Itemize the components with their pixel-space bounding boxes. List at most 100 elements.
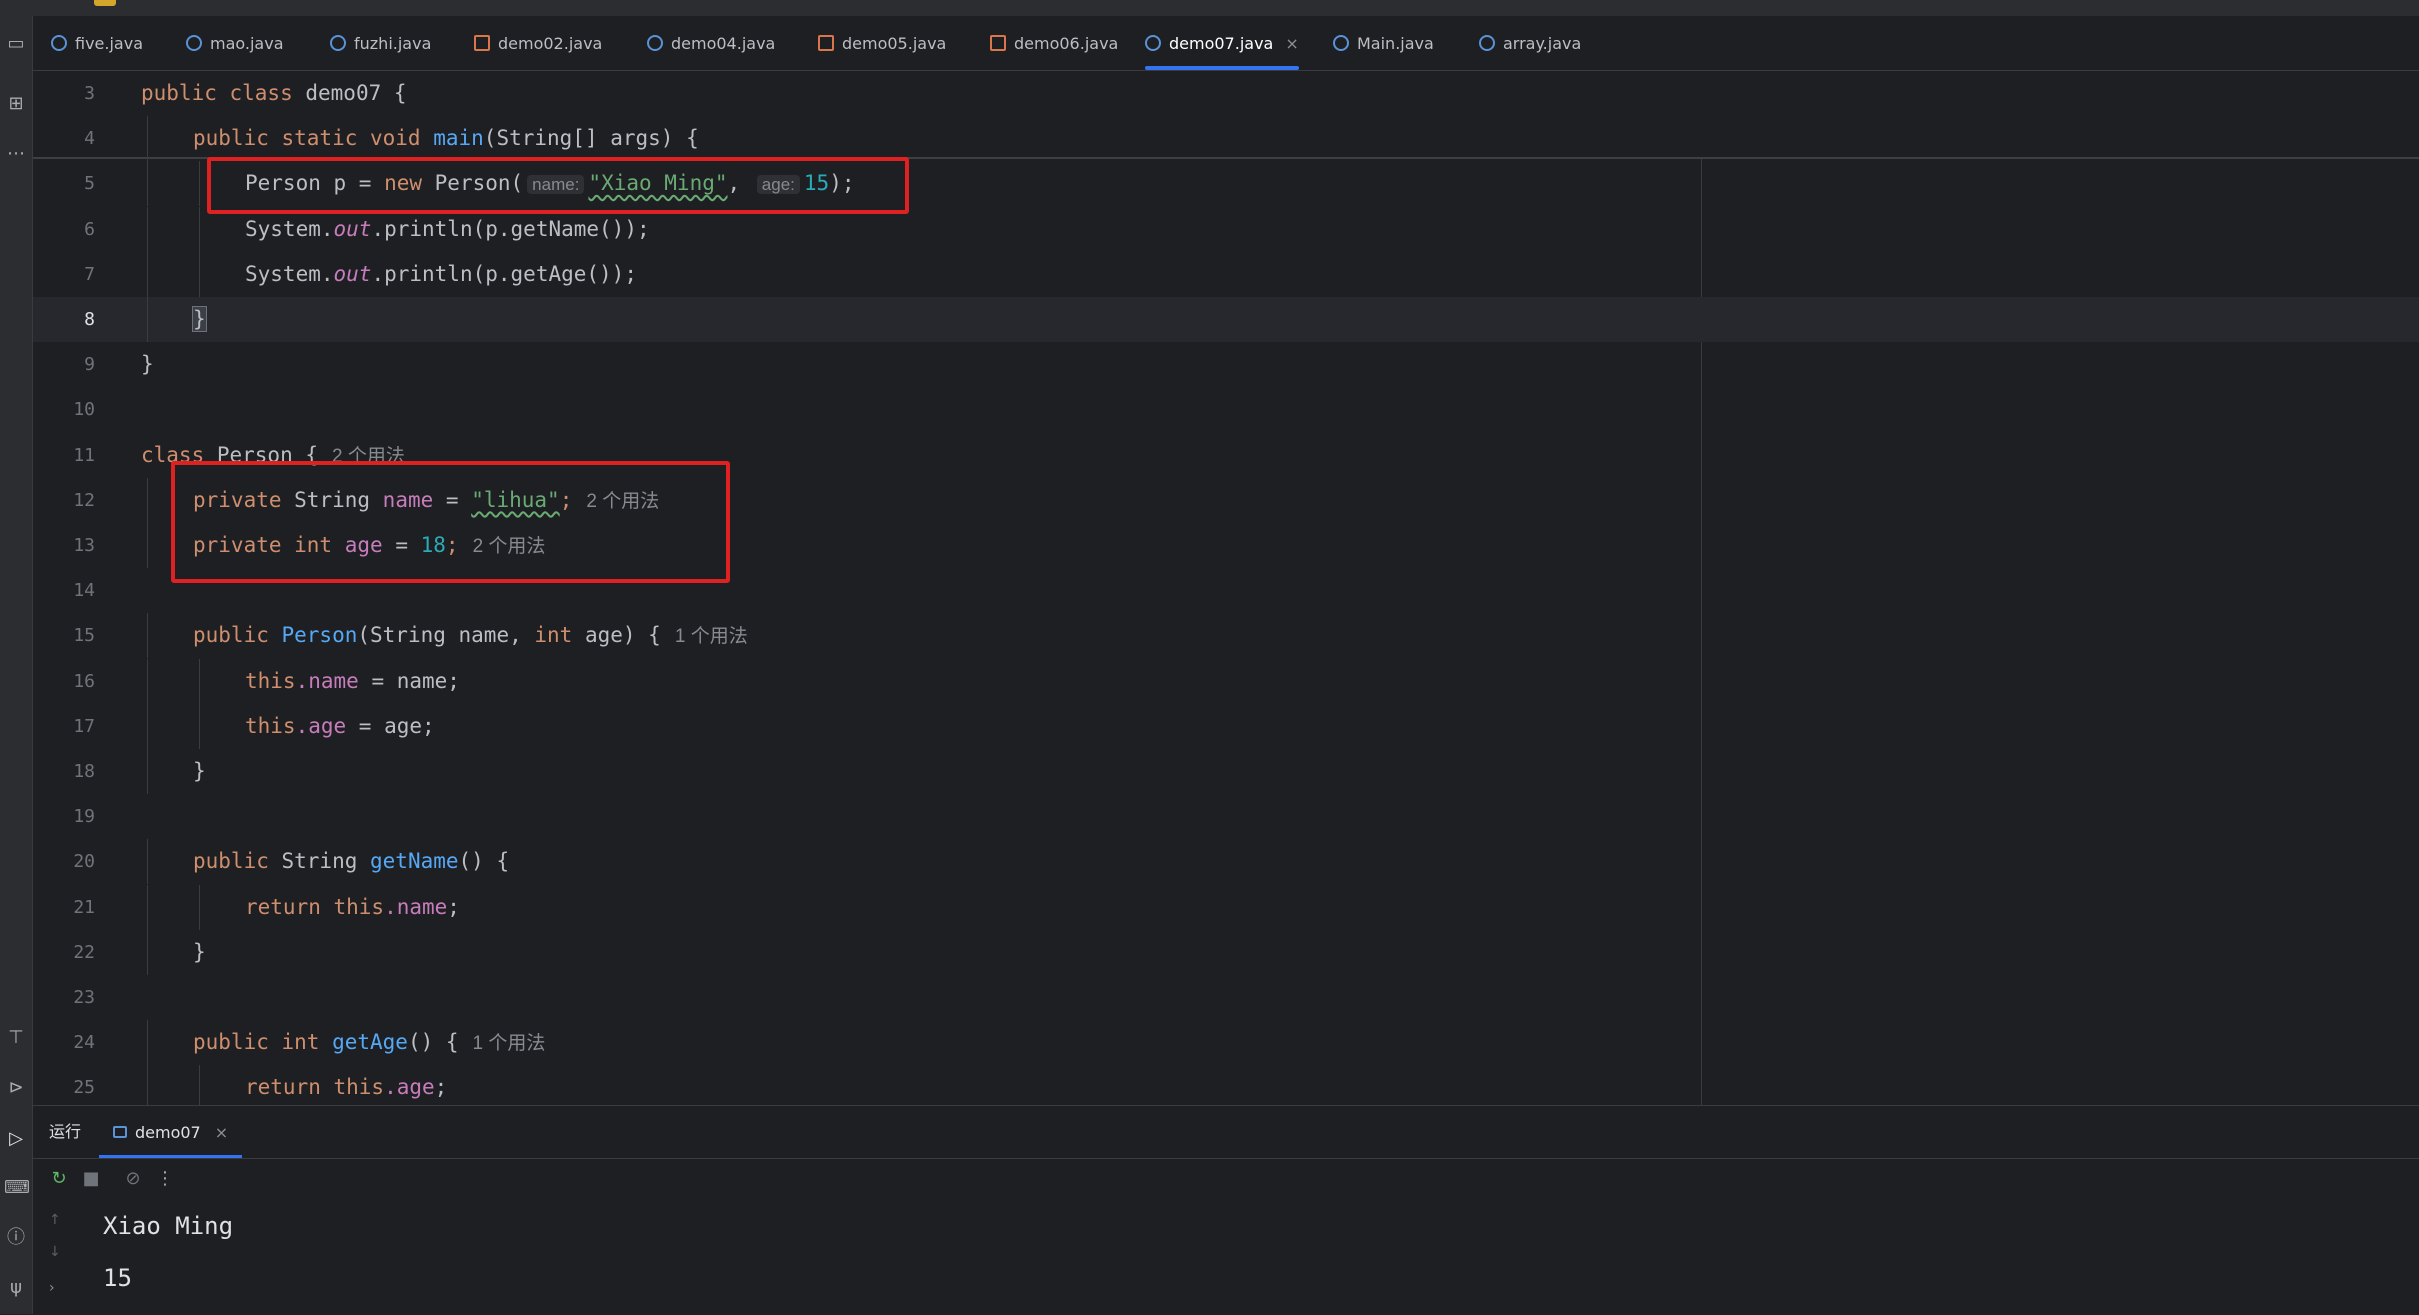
close-icon[interactable]: ×	[1285, 34, 1298, 53]
code-line-7[interactable]: 7 System.out.println(p.getAge());	[33, 251, 2419, 297]
code-line-18[interactable]: 18}	[33, 749, 2419, 794]
code-line-16[interactable]: 16 this.name = name;	[33, 658, 2419, 704]
code-line-20[interactable]: 20 public String getName() {	[33, 839, 2419, 885]
indent-guide	[147, 1065, 148, 1105]
code-token: ;	[447, 894, 460, 919]
code-text: }	[193, 930, 206, 975]
line-number: 10	[73, 399, 95, 421]
run-panel: 运行 demo07 × ↻ ■ ⊘ ⋮ ↑ ↓ › Xiao Ming 15	[33, 1105, 2419, 1315]
tab-label: demo04.java	[671, 33, 776, 53]
scroll-down-icon[interactable]: ↓	[49, 1244, 61, 1260]
code-line-22[interactable]: 22}	[33, 929, 2419, 975]
tab-demo05[interactable]: demo05.java	[818, 16, 946, 70]
run-panel-header: 运行 demo07 ×	[33, 1106, 2419, 1159]
code-line-15[interactable]: 15 public Person(String name, int age) {1…	[33, 613, 2419, 659]
tab-demo06[interactable]: demo06.java	[990, 16, 1118, 70]
code-token: public static void	[193, 126, 434, 151]
run-config-label: demo07	[135, 1122, 201, 1142]
code-line-23[interactable]: 23	[33, 975, 2419, 1020]
code-editor[interactable]: 3 public class demo07 {4 public static voi…	[33, 71, 2419, 1105]
usage-hint[interactable]: 1 个用法	[675, 626, 748, 647]
code-line-21[interactable]: 21 return this.name;	[33, 884, 2419, 930]
code-text: }	[192, 297, 207, 342]
tab-demo02[interactable]: demo02.java	[474, 16, 602, 70]
class-icon	[1145, 35, 1161, 51]
indent-guide	[199, 658, 200, 704]
tab-array[interactable]: array.java	[1479, 16, 1581, 70]
tab-label: five.java	[75, 33, 143, 53]
folder-icon[interactable]: ▭	[4, 32, 28, 56]
line-number: 19	[73, 806, 95, 828]
stop-icon[interactable]: ■	[79, 1167, 103, 1191]
code-line-4[interactable]: 4 public static void main(String[] args) …	[33, 116, 2419, 162]
java-file-icon	[474, 35, 490, 51]
terminal-icon[interactable]: ⌨	[4, 1176, 30, 1200]
code-line-25[interactable]: 25 return this.age;	[33, 1065, 2419, 1105]
more-actions-icon[interactable]: ⋮	[153, 1167, 177, 1191]
code-text: }	[141, 342, 154, 387]
more-icon[interactable]: ⋯	[4, 142, 28, 166]
line-number: 24	[73, 1032, 95, 1054]
usage-hint[interactable]: 1 个用法	[473, 1033, 546, 1054]
scroll-up-icon[interactable]: ↑	[49, 1212, 61, 1228]
run-toolbar: ↻ ■ ⊘ ⋮	[33, 1159, 2419, 1201]
code-token: getName	[370, 849, 459, 874]
code-token: public int	[193, 1030, 320, 1055]
code-line-24[interactable]: 24 public int getAge() {1 个用法	[33, 1020, 2419, 1066]
code-token: age) {	[572, 623, 661, 648]
indent-guide	[147, 297, 148, 342]
line-number: 7	[84, 263, 95, 285]
code-token: .println(p.getAge());	[371, 261, 637, 286]
code-token: }	[141, 352, 154, 377]
code-text: return this.age;	[245, 1065, 447, 1105]
tab-main[interactable]: Main.java	[1333, 16, 1434, 70]
code-token: }	[192, 306, 207, 332]
indent-guide	[147, 523, 148, 568]
code-line-19[interactable]: 19	[33, 794, 2419, 839]
tab-demo07[interactable]: demo07.java ×	[1145, 16, 1299, 70]
tab-label: Main.java	[1357, 33, 1434, 53]
code-token: int	[534, 623, 573, 648]
line-number: 20	[73, 851, 95, 873]
left-tool-strip: ▭ ⊞ ⋯ ⊤ ⊳ ▷ ⌨ ⓘ ψ	[0, 16, 33, 1314]
close-icon[interactable]: ×	[215, 1123, 228, 1142]
tab-label: array.java	[1503, 33, 1582, 53]
line-number: 15	[73, 625, 95, 647]
code-line-9[interactable]: 9}	[33, 342, 2419, 387]
tab-mao[interactable]: mao.java	[186, 16, 284, 70]
code-text: public Person(String name, int age) {1 个…	[193, 613, 748, 659]
project-badge[interactable]	[94, 0, 116, 6]
code-token: Person	[268, 623, 358, 648]
code-text: public class demo07 {	[141, 71, 407, 116]
run-icon[interactable]: ▷	[4, 1127, 28, 1151]
code-line-17[interactable]: 17 this.age = age;	[33, 703, 2419, 749]
highlight-field-defaults	[171, 461, 730, 583]
code-token: demo07	[305, 81, 382, 105]
git-icon[interactable]: ψ	[4, 1276, 28, 1300]
code-line-3[interactable]: 3 public class demo07 {	[33, 71, 2419, 116]
tab-demo04[interactable]: demo04.java	[647, 16, 775, 70]
expand-icon[interactable]: ›	[49, 1280, 55, 1296]
line-number: 18	[73, 761, 95, 782]
code-line-10[interactable]: 10	[33, 387, 2419, 432]
tab-five[interactable]: five.java	[51, 16, 143, 70]
build-icon[interactable]: ⊤	[4, 1026, 28, 1050]
console-output[interactable]: ↑ ↓ › Xiao Ming 15	[33, 1202, 2419, 1315]
run-config-tab[interactable]: demo07 ×	[99, 1106, 243, 1158]
tab-fuzhi[interactable]: fuzhi.java	[330, 16, 431, 70]
code-token: (String name,	[357, 623, 535, 648]
code-text: public String getName() {	[193, 839, 509, 884]
restore-layout-icon[interactable]: ⊘	[121, 1167, 145, 1191]
tab-label: demo06.java	[1014, 33, 1119, 53]
highlight-constructor-call	[207, 157, 909, 214]
structure-icon[interactable]: ⊞	[4, 92, 28, 116]
services-icon[interactable]: ⊳	[4, 1076, 28, 1100]
code-token: ;	[434, 1075, 448, 1100]
rerun-icon[interactable]: ↻	[47, 1167, 71, 1191]
code-text: this.name = name;	[245, 659, 460, 704]
line-number: 14	[73, 580, 95, 602]
code-line-8[interactable]: 8}	[33, 297, 2419, 342]
code-token: .println(p.getName());	[371, 216, 650, 241]
problems-icon[interactable]: ⓘ	[4, 1226, 28, 1250]
tab-label: fuzhi.java	[354, 33, 432, 53]
